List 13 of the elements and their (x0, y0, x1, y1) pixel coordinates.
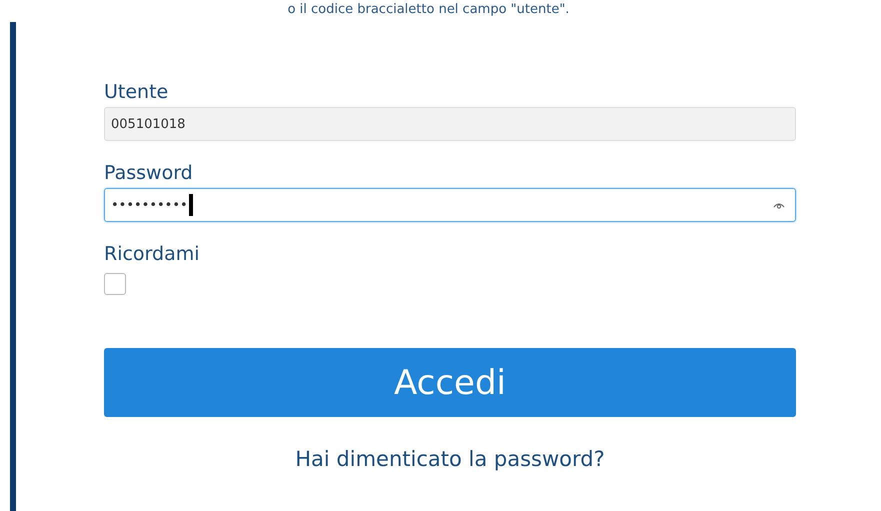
remember-checkbox[interactable] (104, 273, 126, 295)
input-field[interactable]: •••••••••• (104, 188, 796, 222)
field-label: Utente (104, 80, 170, 104)
instruction-text: o il codice braccialetto nel campo "utente". (286, 1, 570, 19)
eye-icon[interactable] (773, 201, 785, 209)
field-label: Password (104, 161, 194, 185)
input-field[interactable]: 005101018 (104, 107, 796, 141)
checkbox-label: Ricordami (104, 242, 201, 266)
login-button[interactable]: Accedi (104, 348, 796, 417)
field-value: 005101018 (111, 116, 186, 132)
forgot-password-link[interactable]: Hai dimenticato la password? (295, 447, 605, 471)
text-cursor (188, 194, 193, 216)
field-value: •••••••••• (111, 198, 188, 212)
